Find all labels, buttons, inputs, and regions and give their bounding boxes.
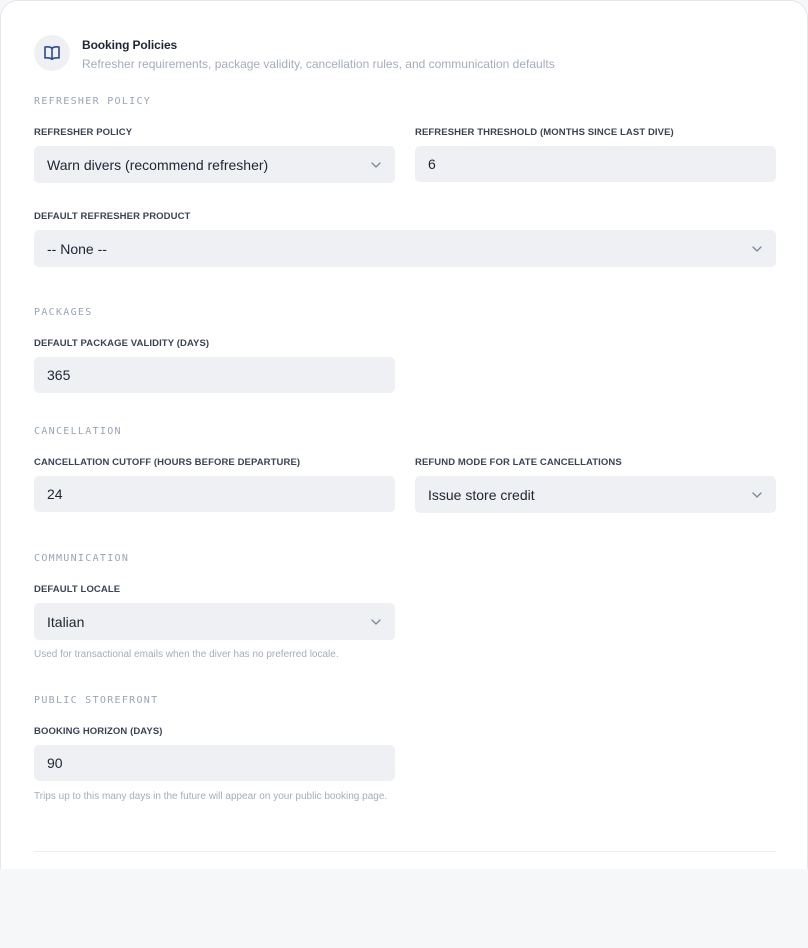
- default-locale-value: Italian: [47, 613, 85, 630]
- refresher-threshold-input[interactable]: 6: [415, 146, 776, 182]
- page-title: Booking Policies: [82, 38, 178, 52]
- refresher-product-select[interactable]: -- None --: [34, 230, 776, 267]
- package-validity-value: 365: [47, 367, 71, 383]
- default-locale-hint: Used for transactional emails when the d…: [34, 649, 339, 660]
- section-heading-cancellation: CANCELLATION: [34, 426, 122, 437]
- booking-policies-card: Booking Policies Refresher requirements,…: [0, 0, 808, 869]
- chevron-down-icon: [752, 245, 762, 252]
- booking-horizon-input[interactable]: 90: [34, 745, 395, 781]
- refund-mode-select[interactable]: Issue store credit: [415, 476, 776, 513]
- cancellation-cutoff-value: 24: [47, 486, 63, 502]
- section-heading-storefront: PUBLIC STOREFRONT: [34, 695, 159, 706]
- package-validity-input[interactable]: 365: [34, 357, 395, 393]
- booking-horizon-label: BOOKING HORIZON (DAYS): [34, 726, 163, 737]
- section-heading-packages: PACKAGES: [34, 307, 93, 318]
- package-validity-label: DEFAULT PACKAGE VALIDITY (DAYS): [34, 338, 210, 349]
- refresher-policy-value: Warn divers (recommend refresher): [47, 156, 269, 173]
- section-heading-communication: COMMUNICATION: [34, 553, 130, 564]
- cancellation-cutoff-input[interactable]: 24: [34, 476, 395, 512]
- card-divider: [34, 851, 776, 852]
- card-header: Booking Policies Refresher requirements,…: [34, 35, 555, 72]
- cancellation-cutoff-label: CANCELLATION CUTOFF (HOURS BEFORE DEPART…: [34, 457, 301, 468]
- chevron-down-icon: [371, 618, 381, 625]
- refresher-policy-select[interactable]: Warn divers (recommend refresher): [34, 146, 395, 183]
- booking-horizon-hint: Trips up to this many days in the future…: [34, 791, 388, 802]
- chevron-down-icon: [371, 161, 381, 168]
- section-heading-refresher: REFRESHER POLICY: [34, 96, 152, 107]
- refund-mode-value: Issue store credit: [428, 486, 535, 503]
- refund-mode-label: REFUND MODE FOR LATE CANCELLATIONS: [415, 457, 622, 468]
- refresher-product-value: -- None --: [47, 240, 107, 257]
- booking-horizon-value: 90: [47, 755, 63, 771]
- default-locale-label: DEFAULT LOCALE: [34, 584, 121, 595]
- page-subtitle: Refresher requirements, package validity…: [82, 57, 555, 71]
- default-locale-select[interactable]: Italian: [34, 603, 395, 640]
- book-open-icon: [34, 35, 70, 71]
- chevron-down-icon: [752, 491, 762, 498]
- refresher-threshold-value: 6: [428, 156, 436, 172]
- refresher-policy-label: REFRESHER POLICY: [34, 127, 133, 138]
- refresher-product-label: DEFAULT REFRESHER PRODUCT: [34, 211, 191, 222]
- refresher-threshold-label: REFRESHER THRESHOLD (MONTHS SINCE LAST D…: [415, 127, 674, 138]
